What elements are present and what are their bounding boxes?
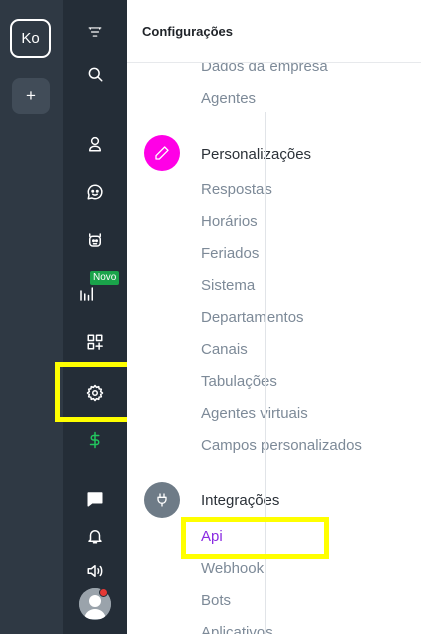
- dollar-icon[interactable]: [63, 426, 127, 454]
- robot-icon[interactable]: [63, 226, 127, 254]
- menu-item-departamentos[interactable]: Departamentos: [201, 309, 304, 326]
- nav-rail: Novo: [63, 0, 127, 634]
- menu-item-webhook[interactable]: Webhook: [201, 560, 264, 577]
- speaker-icon[interactable]: [63, 557, 127, 585]
- menu-icon[interactable]: [63, 18, 127, 46]
- menu-item-horarios[interactable]: Horários: [201, 213, 258, 230]
- menu-item-canais[interactable]: Canais: [201, 341, 248, 358]
- bell-icon[interactable]: [63, 522, 127, 550]
- section-title-personalizacoes: Personalizações: [201, 146, 312, 163]
- menu-item-bots[interactable]: Bots: [201, 592, 231, 609]
- workspace-avatar[interactable]: Ko: [10, 19, 51, 58]
- add-workspace-button[interactable]: +: [12, 78, 50, 114]
- notification-dot: [99, 588, 108, 597]
- menu-item-feriados[interactable]: Feriados: [201, 245, 259, 262]
- message-icon[interactable]: [63, 485, 127, 513]
- search-icon[interactable]: [63, 60, 127, 88]
- menu-item-campos-personalizados[interactable]: Campos personalizados: [201, 437, 362, 454]
- menu-item-agentes-virtuais[interactable]: Agentes virtuais: [201, 405, 308, 422]
- chat-bot-icon[interactable]: [63, 178, 127, 206]
- workspace-rail: Ko +: [0, 0, 63, 634]
- section-title-integracoes: Integrações: [201, 492, 280, 509]
- menu-item-dados-empresa[interactable]: Dados da empresa: [201, 63, 328, 75]
- reports-icon[interactable]: [55, 280, 119, 308]
- pencil-icon: [144, 135, 180, 171]
- contacts-icon[interactable]: [63, 130, 127, 158]
- plug-icon: [144, 482, 180, 518]
- menu-item-sistema[interactable]: Sistema: [201, 277, 255, 294]
- highlight-settings-nav: [55, 362, 133, 422]
- menu-item-aplicativos[interactable]: Aplicativos: [201, 624, 273, 634]
- page-title: Configurações: [142, 24, 234, 39]
- menu-item-respostas[interactable]: Respostas: [201, 181, 272, 198]
- highlight-api-item: [181, 517, 329, 559]
- menu-item-agentes[interactable]: Agentes: [201, 90, 256, 107]
- apps-add-icon[interactable]: [63, 328, 127, 356]
